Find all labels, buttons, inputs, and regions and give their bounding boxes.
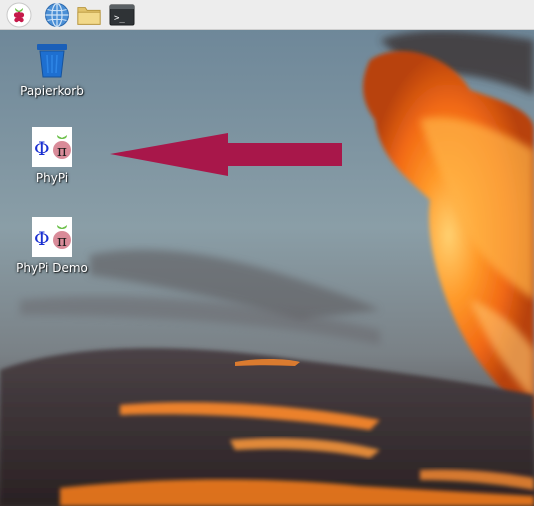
phi-glyph: Φ — [34, 228, 50, 250]
desktop-icon-label: Papierkorb — [20, 84, 84, 98]
desktop-icon-label: PhyPi Demo — [16, 261, 88, 275]
trash-icon — [32, 40, 72, 80]
terminal-prompt-text: >_ — [114, 14, 125, 24]
taskbar: >_ — [0, 0, 534, 30]
phi-glyph: Φ — [34, 138, 50, 160]
desktop-icon-phypi[interactable]: Φ π PhyPi — [7, 127, 97, 185]
pi-glyph: π — [57, 142, 67, 160]
globe-icon — [45, 2, 69, 28]
terminal-button[interactable]: >_ — [109, 2, 135, 28]
raspberry-icon — [6, 2, 32, 28]
phypi-icon: Φ π — [32, 127, 72, 167]
folder-icon — [77, 7, 101, 25]
pi-glyph: π — [57, 232, 67, 250]
terminal-icon: >_ — [109, 4, 135, 26]
desktop-screen: >_ Papierkorb Φ π PhyPi Φ π PhyPi Demo — [0, 0, 534, 506]
desktop-icon-label: PhyPi — [35, 171, 69, 185]
raspberry-menu-button[interactable] — [6, 2, 32, 28]
web-browser-button[interactable] — [44, 2, 70, 28]
phypi-icon: Φ π — [32, 217, 72, 257]
desktop-icon-phypi-demo[interactable]: Φ π PhyPi Demo — [7, 217, 97, 275]
file-manager-button[interactable] — [76, 2, 102, 28]
desktop-icon-trash[interactable]: Papierkorb — [7, 40, 97, 98]
